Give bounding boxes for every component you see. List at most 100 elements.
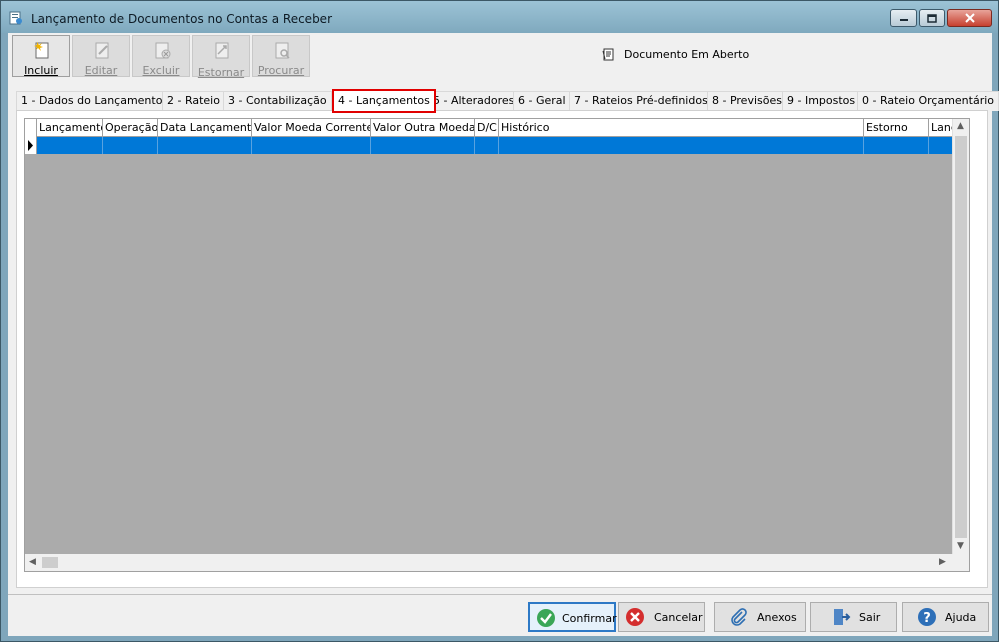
help-label: Ajuda — [945, 611, 977, 624]
cancel-icon — [626, 608, 644, 626]
title-bar: Lançamento de Documentos no Contas a Rec… — [1, 1, 998, 33]
edit-icon — [95, 42, 109, 59]
current-row-arrow-icon — [28, 140, 33, 151]
column-header-valor-moeda-corrente[interactable]: Valor Moeda Corrente — [252, 119, 371, 137]
tab-rateio-orcamentario[interactable]: 0 - Rateio Orçamentário — [857, 91, 999, 111]
edit-button[interactable]: Editar — [72, 35, 130, 77]
tab-label: 6 - Geral — [518, 94, 566, 107]
help-icon: ? — [918, 608, 936, 626]
table-cell[interactable] — [371, 137, 475, 154]
table-cell[interactable] — [37, 137, 103, 154]
tab-rateio[interactable]: 2 - Rateio — [162, 91, 225, 111]
table-cell[interactable] — [929, 137, 953, 154]
delete-icon — [155, 42, 171, 59]
scroll-up-icon[interactable]: ▲ — [957, 121, 964, 131]
tab-label: 1 - Dados do Lançamento — [21, 94, 163, 107]
paperclip-icon — [731, 608, 747, 626]
maximize-icon — [927, 13, 937, 23]
tab-label: 2 - Rateio — [167, 94, 220, 107]
include-label: Incluir — [24, 64, 58, 77]
client-area: Incluir Editar Excluir Estornar Procurar… — [8, 33, 999, 636]
minimize-icon — [899, 19, 908, 21]
vertical-scroll-thumb[interactable] — [955, 136, 967, 538]
reverse-button[interactable]: Estornar — [192, 35, 250, 79]
column-header-lanca[interactable]: Lança — [929, 119, 953, 137]
document-status-icon — [602, 48, 614, 61]
table-cell[interactable] — [499, 137, 864, 154]
scroll-left-icon[interactable]: ◀ — [29, 557, 36, 567]
footer-separator — [8, 594, 992, 595]
tab-label: 4 - Lançamentos — [338, 94, 430, 107]
confirm-label: Confirmar — [562, 612, 617, 625]
document-status-text: Documento Em Aberto — [624, 48, 750, 61]
column-header-lancamento[interactable]: Lançamento — [37, 119, 103, 137]
column-header-dc[interactable]: D/C — [475, 119, 499, 137]
scrollbar-corner — [952, 554, 969, 571]
reverse-icon — [215, 42, 229, 59]
search-label: Procurar — [257, 64, 305, 77]
tab-alteradores[interactable]: 5 - Alteradores — [428, 91, 520, 111]
column-header-valor-outra-moeda[interactable]: Valor Outra Moeda — [371, 119, 475, 137]
search-document-icon — [275, 42, 290, 59]
exit-door-icon — [834, 609, 851, 625]
table-cell[interactable] — [864, 137, 929, 154]
exit-label: Sair — [859, 611, 881, 624]
tab-geral[interactable]: 6 - Geral — [513, 91, 571, 111]
column-header-estorno[interactable]: Estorno — [864, 119, 929, 137]
delete-label: Excluir — [142, 64, 180, 77]
scroll-right-icon[interactable]: ▶ — [939, 557, 946, 567]
tab-strip: 1 - Dados do Lançamento 2 - Rateio 3 - C… — [16, 89, 999, 113]
exit-button[interactable]: Sair — [810, 602, 897, 632]
app-icon — [9, 11, 22, 25]
tab-panel-lancamentos: Lançamento Operação Data Lançamento Valo… — [16, 110, 988, 588]
tab-label: 3 - Contabilização — [228, 94, 327, 107]
maximize-button[interactable] — [919, 9, 945, 27]
confirm-button[interactable]: Confirmar — [528, 602, 617, 632]
edit-label: Editar — [84, 64, 118, 77]
tab-label: 9 - Impostos — [787, 94, 856, 107]
vertical-scrollbar[interactable]: ▲ ▼ — [952, 119, 969, 555]
table-cell[interactable] — [103, 137, 158, 154]
cancel-button[interactable]: Cancelar — [618, 602, 705, 632]
svg-text:?: ? — [923, 611, 931, 626]
grid-header: Lançamento Operação Data Lançamento Valo… — [25, 119, 953, 137]
tab-impostos[interactable]: 9 - Impostos — [782, 91, 861, 111]
include-button[interactable]: Incluir — [12, 35, 70, 77]
attachments-button[interactable]: Anexos — [714, 602, 806, 632]
table-row[interactable] — [25, 137, 953, 154]
close-icon — [964, 13, 975, 23]
column-header-operacao[interactable]: Operação — [103, 119, 158, 137]
tab-label: 0 - Rateio Orçamentário — [862, 94, 995, 107]
main-window: Lançamento de Documentos no Contas a Rec… — [0, 0, 999, 642]
search-button[interactable]: Procurar — [252, 35, 310, 77]
reverse-label: Estornar — [197, 66, 245, 79]
tab-label: 8 - Previsões — [712, 94, 782, 107]
close-button[interactable] — [947, 9, 992, 27]
horizontal-scroll-thumb[interactable] — [42, 557, 58, 568]
tab-contabilizacao[interactable]: 3 - Contabilização — [223, 91, 332, 111]
tab-rateios-pre-definidos[interactable]: 7 - Rateios Pré-definidos — [569, 91, 713, 111]
tab-label: 5 - Alteradores — [433, 94, 515, 107]
cancel-label: Cancelar — [654, 611, 703, 624]
horizontal-scrollbar[interactable]: ◀ ▶ — [25, 554, 953, 571]
tab-previsoes[interactable]: 8 - Previsões — [707, 91, 787, 111]
check-icon — [537, 609, 555, 627]
lancamentos-grid[interactable]: Lançamento Operação Data Lançamento Valo… — [24, 118, 970, 572]
help-button[interactable]: ? Ajuda — [902, 602, 989, 632]
column-header-historico[interactable]: Histórico — [499, 119, 864, 137]
table-cell[interactable] — [252, 137, 371, 154]
attachments-label: Anexos — [757, 611, 797, 624]
tab-dados-do-lancamento[interactable]: 1 - Dados do Lançamento — [16, 91, 168, 111]
table-cell[interactable] — [475, 137, 499, 154]
delete-button[interactable]: Excluir — [132, 35, 190, 77]
window-title: Lançamento de Documentos no Contas a Rec… — [31, 12, 333, 26]
new-document-icon — [34, 42, 49, 59]
tab-lancamentos[interactable]: 4 - Lançamentos — [332, 89, 436, 113]
column-header-data-lancamento[interactable]: Data Lançamento — [158, 119, 252, 137]
table-cell[interactable] — [158, 137, 252, 154]
tab-label: 7 - Rateios Pré-definidos — [574, 94, 708, 107]
row-indicator-header — [25, 119, 37, 137]
minimize-button[interactable] — [890, 9, 917, 27]
row-indicator — [25, 137, 37, 154]
scroll-down-icon[interactable]: ▼ — [957, 541, 964, 551]
